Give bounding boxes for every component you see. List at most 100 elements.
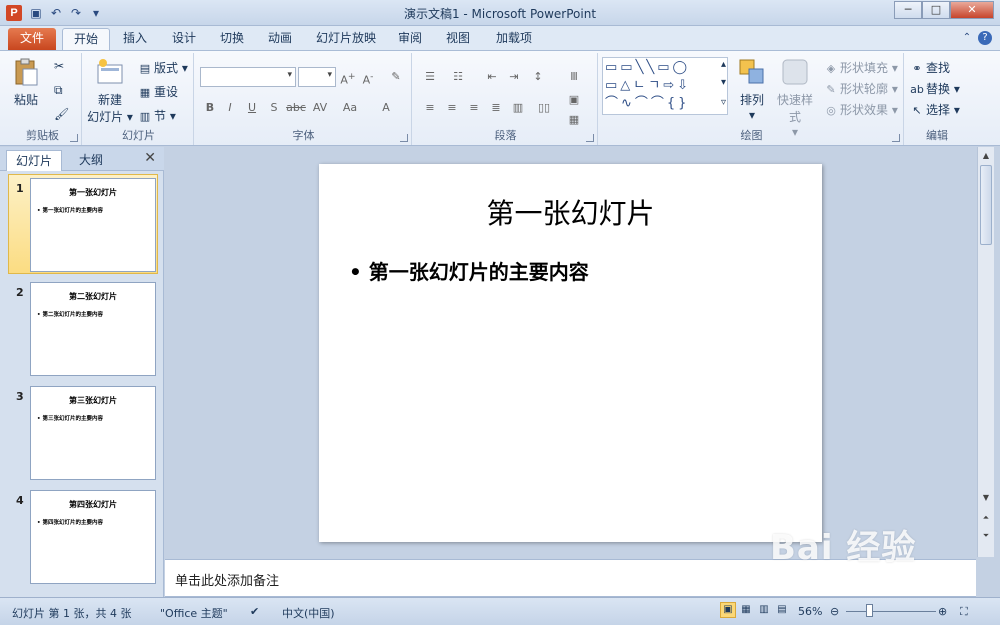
zoom-in-icon[interactable]: ⊕ (938, 605, 947, 618)
slide-thumbnail-row[interactable]: 3 第三张幻灯片 • 第三张幻灯片的主要内容 (4, 384, 160, 484)
zoom-slider-knob[interactable] (866, 604, 873, 617)
align-right-icon[interactable]: ≡ (464, 99, 484, 117)
maximize-button[interactable]: □ (922, 1, 950, 19)
bold-icon[interactable]: B (200, 99, 220, 117)
distributed-icon[interactable]: ▥ (508, 99, 528, 117)
slide-thumbnail[interactable]: 第一张幻灯片 • 第一张幻灯片的主要内容 (30, 178, 156, 272)
drawing-launcher[interactable] (892, 134, 900, 142)
vertical-scrollbar[interactable]: ▲ ▼ ⏶ ⏷ (977, 147, 994, 557)
shapes-more-icon[interactable]: ▿ (721, 97, 726, 108)
replace-button[interactable]: ab 替换 ▾ (910, 80, 960, 97)
paste-button[interactable]: 粘贴 (8, 57, 44, 108)
previous-slide-icon[interactable]: ⏶ (979, 511, 993, 525)
shapes-scroll-up-icon[interactable]: ▴ (721, 59, 726, 70)
increase-indent-icon[interactable]: ⇥ (504, 68, 524, 86)
align-text-icon[interactable]: ▣ (564, 91, 584, 109)
layout-button[interactable]: ▤ 版式 ▾ (138, 59, 188, 76)
font-family-combo[interactable] (200, 67, 296, 87)
format-painter-icon[interactable]: 🖌 (54, 107, 69, 121)
section-button[interactable]: ▥ 节 ▾ (138, 107, 176, 124)
slide-thumbnail[interactable]: 第四张幻灯片 • 第四张幻灯片的主要内容 (30, 490, 156, 584)
line-spacing-icon[interactable]: ↕ (528, 68, 548, 86)
zoom-level[interactable]: 56% (798, 605, 822, 618)
thumbnail-body: • 第四张幻灯片的主要内容 (37, 520, 103, 526)
tab-slideshow[interactable]: 幻灯片放映 (310, 28, 382, 50)
find-button[interactable]: ⚭ 查找 (910, 59, 950, 76)
columns-icon[interactable]: ▯▯ (534, 99, 554, 117)
tab-insert[interactable]: 插入 (116, 28, 154, 50)
tab-file[interactable]: 文件 (8, 28, 56, 50)
paragraph-launcher[interactable] (586, 134, 594, 142)
tab-outline[interactable]: 大纲 (66, 150, 116, 171)
cut-icon[interactable]: ✂ (54, 59, 64, 73)
strikethrough-icon[interactable]: abc (286, 99, 306, 117)
slide-sorter-view-icon[interactable]: ▦ (738, 602, 754, 618)
numbering-icon[interactable]: ☷ (448, 68, 468, 86)
slide-thumbnail-row[interactable]: 2 第二张幻灯片 • 第二张幻灯片的主要内容 (4, 280, 160, 380)
tab-transitions[interactable]: 切换 (214, 28, 250, 50)
scroll-down-icon[interactable]: ▼ (979, 491, 993, 505)
reading-view-icon[interactable]: ▥ (756, 602, 772, 618)
minimize-button[interactable]: ─ (894, 1, 922, 19)
tab-home[interactable]: 开始 (62, 28, 110, 50)
shapes-gallery[interactable]: ▭▭╲╲▭◯ ▭△ㄴㄱ⇨⇩ ⌒∿⌒⌒{} (602, 57, 728, 115)
tab-addins[interactable]: 加载项 (490, 28, 538, 50)
character-spacing-icon[interactable]: AV (310, 99, 330, 117)
clear-formatting-icon[interactable]: ✎ (386, 68, 406, 86)
font-launcher[interactable] (400, 134, 408, 142)
arrange-button[interactable]: 排列 ▾ (734, 57, 770, 122)
zoom-out-icon[interactable]: ⊖ (830, 605, 839, 618)
zoom-slider-track[interactable] (846, 611, 936, 612)
slide-thumbnail[interactable]: 第二张幻灯片 • 第二张幻灯片的主要内容 (30, 282, 156, 376)
scroll-thumb[interactable] (980, 165, 992, 245)
justify-icon[interactable]: ≣ (486, 99, 506, 117)
tab-design[interactable]: 设计 (166, 28, 202, 50)
tab-view[interactable]: 视图 (440, 28, 476, 50)
decrease-indent-icon[interactable]: ⇤ (482, 68, 502, 86)
underline-icon[interactable]: U (242, 99, 262, 117)
spelling-check-icon[interactable]: ✔ (250, 605, 259, 618)
arrange-icon (739, 59, 764, 84)
italic-icon[interactable]: I (220, 99, 240, 117)
help-icon[interactable]: ? (978, 31, 992, 45)
tab-review[interactable]: 审阅 (392, 28, 428, 50)
tab-slides-thumbnails[interactable]: 幻灯片 (6, 150, 62, 171)
close-pane-icon[interactable]: ✕ (144, 150, 156, 166)
align-center-icon[interactable]: ≡ (442, 99, 462, 117)
fit-to-window-icon[interactable]: ⛶ (960, 605, 968, 619)
current-slide[interactable]: 第一张幻灯片 • 第一张幻灯片的主要内容 (319, 164, 822, 542)
reset-button[interactable]: ▦ 重设 (138, 83, 178, 100)
shrink-font-icon[interactable]: A- (358, 68, 378, 87)
normal-view-icon[interactable]: ▣ (720, 602, 736, 618)
tab-animations[interactable]: 动画 (262, 28, 298, 50)
copy-icon[interactable]: ⧉ (54, 83, 63, 98)
slide-thumbnail[interactable]: 第三张幻灯片 • 第三张幻灯片的主要内容 (30, 386, 156, 480)
slide-thumbnail-row[interactable]: 1 第一张幻灯片 • 第一张幻灯片的主要内容 (4, 176, 160, 276)
new-slide-icon (97, 59, 123, 84)
select-button[interactable]: ↖ 选择 ▾ (910, 101, 959, 118)
text-direction-icon[interactable]: Ⅲ (564, 68, 584, 86)
slide-thumbnail-row[interactable]: 4 第四张幻灯片 • 第四张幻灯片的主要内容 (4, 488, 160, 588)
font-size-combo[interactable] (298, 67, 336, 87)
new-slide-button[interactable]: 新建 幻灯片 ▾ (86, 57, 134, 125)
shapes-scroll-down-icon[interactable]: ▾ (721, 77, 726, 88)
slide-title[interactable]: 第一张幻灯片 (319, 192, 822, 232)
scroll-up-icon[interactable]: ▲ (979, 149, 993, 163)
next-slide-icon[interactable]: ⏷ (979, 529, 993, 543)
shadow-icon[interactable]: S (264, 99, 284, 117)
grow-font-icon[interactable]: A+ (338, 68, 358, 87)
shape-fill-button[interactable]: ◈ 形状填充 ▾ (824, 59, 898, 76)
slideshow-view-icon[interactable]: ▤ (774, 602, 790, 618)
slide-bullet[interactable]: • 第一张幻灯片的主要内容 (349, 256, 589, 285)
minimize-ribbon-icon[interactable]: ⌃ (960, 31, 974, 45)
theme-name[interactable]: "Office 主题" (160, 605, 228, 621)
shape-outline-button[interactable]: ✎ 形状轮廓 ▾ (824, 80, 897, 97)
align-left-icon[interactable]: ≡ (420, 99, 440, 117)
font-color-icon[interactable]: A (376, 99, 396, 117)
close-button[interactable]: ✕ (950, 1, 994, 19)
clipboard-launcher[interactable] (70, 134, 78, 142)
bullets-icon[interactable]: ☰ (420, 68, 440, 86)
language-indicator[interactable]: 中文(中国) (282, 605, 335, 621)
shape-effects-button[interactable]: ◎ 形状效果 ▾ (824, 101, 898, 118)
change-case-icon[interactable]: Aa (340, 99, 360, 117)
